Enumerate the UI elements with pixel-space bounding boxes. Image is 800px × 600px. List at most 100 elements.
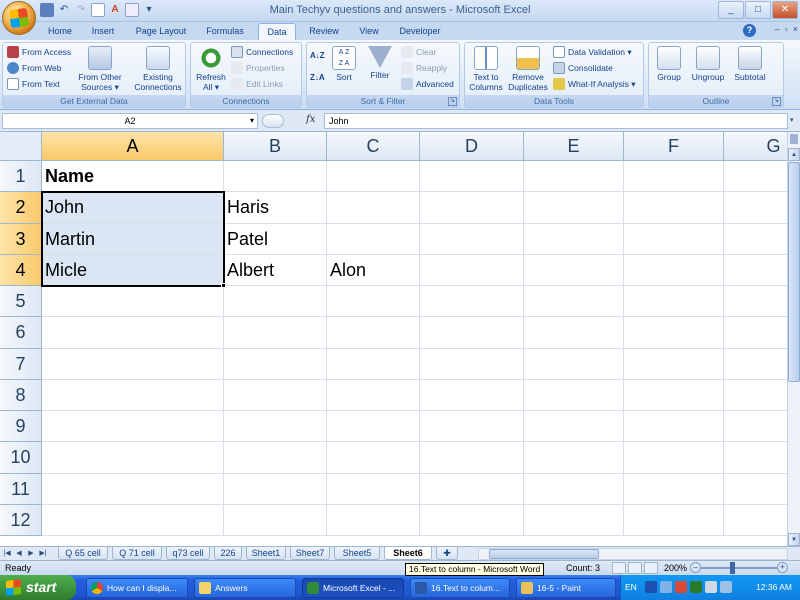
- row-header-5[interactable]: 5: [0, 286, 42, 318]
- minimize-button[interactable]: _: [718, 1, 744, 19]
- horizontal-scroll-thumb[interactable]: [489, 549, 599, 559]
- last-sheet-icon[interactable]: ▶|: [38, 548, 48, 559]
- cell-d3[interactable]: [420, 223, 524, 255]
- sheet-tab-q65[interactable]: Q 65 cell: [58, 547, 108, 560]
- office-button[interactable]: [2, 1, 36, 35]
- sort-descending-button[interactable]: Z↓A: [310, 71, 325, 85]
- cell-g5[interactable]: [724, 286, 787, 318]
- cell-d8[interactable]: [420, 379, 524, 411]
- cell-d11[interactable]: [420, 473, 524, 505]
- cell-e12[interactable]: [524, 504, 624, 536]
- column-header-d[interactable]: D: [420, 132, 524, 161]
- cell-g7[interactable]: [724, 349, 787, 380]
- zoom-out-icon[interactable]: –: [690, 562, 701, 573]
- zoom-in-icon[interactable]: +: [777, 562, 788, 573]
- taskbar-item-browser[interactable]: How can I displa...: [86, 578, 188, 598]
- tab-insert[interactable]: Insert: [86, 23, 120, 40]
- from-web-button[interactable]: From Web: [7, 61, 62, 75]
- cell-c9[interactable]: [327, 411, 420, 443]
- existing-connections-button[interactable]: Existing Connections: [131, 46, 185, 92]
- cell-c5[interactable]: [327, 286, 420, 318]
- cell-a3[interactable]: Martin: [42, 223, 224, 255]
- cell-d2[interactable]: [420, 192, 524, 224]
- vertical-scroll-thumb[interactable]: [788, 162, 800, 382]
- tab-developer[interactable]: Developer: [394, 23, 446, 40]
- cell-b2[interactable]: Haris: [224, 192, 327, 224]
- row-header-4[interactable]: 4: [0, 254, 42, 286]
- cell-b4[interactable]: Albert: [224, 254, 327, 286]
- antivirus-icon[interactable]: [690, 581, 702, 593]
- subtotal-button[interactable]: Subtotal: [729, 46, 771, 82]
- cell-g4[interactable]: [724, 255, 787, 286]
- cell-b5[interactable]: [224, 286, 327, 318]
- split-box[interactable]: [790, 134, 798, 144]
- what-if-analysis-button[interactable]: What-If Analysis ▾: [553, 77, 636, 91]
- insert-function-icon[interactable]: fx: [306, 114, 315, 125]
- cell-a11[interactable]: [42, 473, 224, 505]
- start-button[interactable]: start: [0, 575, 76, 600]
- cell-e7[interactable]: [524, 348, 624, 380]
- advanced-filter-button[interactable]: Advanced: [401, 77, 454, 91]
- cell-b7[interactable]: [224, 348, 327, 380]
- cell-c4[interactable]: Alon: [327, 254, 420, 286]
- cell-f5[interactable]: [624, 286, 724, 318]
- taskbar-item-paint[interactable]: 16-5 - Paint: [516, 578, 616, 598]
- cell-b9[interactable]: [224, 411, 327, 443]
- remove-duplicates-button[interactable]: Remove Duplicates: [507, 46, 549, 92]
- cell-f2[interactable]: [624, 192, 724, 224]
- cell-f9[interactable]: [624, 411, 724, 443]
- consolidate-button[interactable]: Consolidate: [553, 61, 613, 75]
- vertical-scrollbar[interactable]: ▲ ▼: [787, 132, 800, 546]
- sheet-tab-sheet5[interactable]: Sheet5: [334, 547, 380, 560]
- from-text-button[interactable]: From Text: [7, 77, 60, 91]
- cell-g3[interactable]: [724, 224, 787, 255]
- sheet-tab-q73[interactable]: q73 cell: [166, 547, 210, 560]
- page-break-view-icon[interactable]: [644, 562, 658, 574]
- sort-ascending-button[interactable]: A↓Z: [310, 49, 325, 63]
- cell-d4[interactable]: [420, 254, 524, 286]
- cell-a1[interactable]: Name: [42, 161, 224, 193]
- fill-handle[interactable]: [221, 283, 226, 288]
- cell-f12[interactable]: [624, 504, 724, 536]
- row-header-10[interactable]: 10: [0, 442, 42, 474]
- cell-e3[interactable]: [524, 223, 624, 255]
- cell-g11[interactable]: [724, 474, 787, 505]
- row-header-1[interactable]: 1: [0, 161, 42, 193]
- row-header-11[interactable]: 11: [0, 473, 42, 505]
- from-other-sources-button[interactable]: From Other Sources ▾: [73, 46, 127, 92]
- cell-e11[interactable]: [524, 473, 624, 505]
- ungroup-button[interactable]: Ungroup: [687, 46, 729, 82]
- cell-g6[interactable]: [724, 317, 787, 349]
- cell-e10[interactable]: [524, 442, 624, 474]
- cell-f4[interactable]: [624, 254, 724, 286]
- sheet-tab-sheet6[interactable]: Sheet6: [384, 547, 432, 560]
- cell-b1[interactable]: [224, 161, 327, 193]
- cell-e9[interactable]: [524, 411, 624, 443]
- cell-g1[interactable]: [724, 161, 787, 193]
- insert-sheet-icon[interactable]: ✚: [436, 547, 458, 560]
- cell-c6[interactable]: [327, 317, 420, 349]
- workbook-restore-icon[interactable]: ▫: [785, 24, 788, 34]
- select-all-corner[interactable]: [0, 132, 42, 161]
- cell-a4[interactable]: Micle: [42, 254, 224, 286]
- tab-review[interactable]: Review: [304, 23, 344, 40]
- cell-d12[interactable]: [420, 504, 524, 536]
- cell-g10[interactable]: [724, 442, 787, 474]
- properties-button[interactable]: Properties: [231, 61, 285, 75]
- expand-formula-bar-icon[interactable]: ▾: [790, 113, 799, 129]
- cell-d6[interactable]: [420, 317, 524, 349]
- workbook-minimize-icon[interactable]: –: [775, 24, 780, 34]
- zoom-slider-thumb[interactable]: [730, 562, 735, 574]
- zoom-level[interactable]: 200%: [664, 561, 687, 575]
- cell-a2[interactable]: John: [42, 192, 224, 224]
- cell-g9[interactable]: [724, 411, 787, 443]
- tab-formulas[interactable]: Formulas: [200, 23, 250, 40]
- cell-a12[interactable]: [42, 504, 224, 536]
- tab-view[interactable]: View: [352, 23, 386, 40]
- row-header-9[interactable]: 9: [0, 411, 42, 443]
- text-to-columns-button[interactable]: Text to Columns: [467, 46, 505, 92]
- row-header-3[interactable]: 3: [0, 223, 42, 255]
- cell-e2[interactable]: [524, 192, 624, 224]
- cell-e4[interactable]: [524, 254, 624, 286]
- cell-f11[interactable]: [624, 473, 724, 505]
